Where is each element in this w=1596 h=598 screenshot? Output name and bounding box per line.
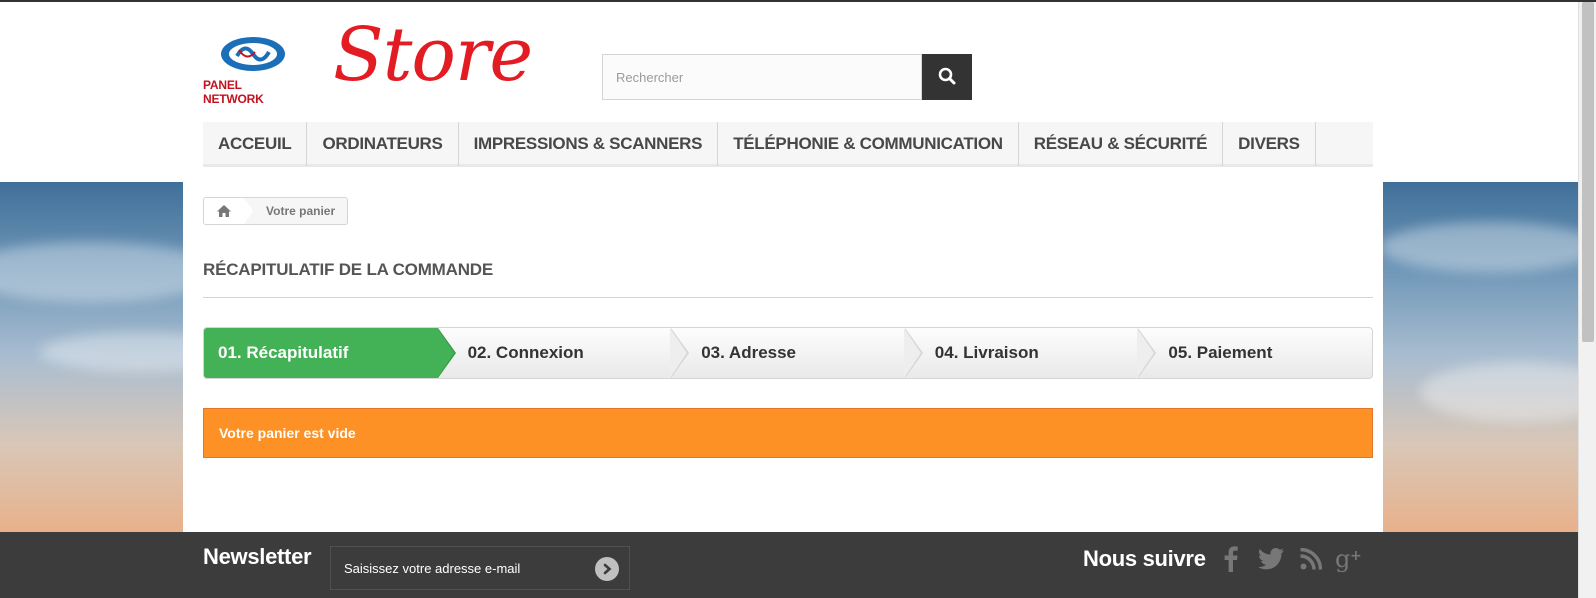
rss-icon [1300, 548, 1322, 570]
search-input[interactable] [602, 54, 922, 100]
site-header: PANEL NETWORK Store ACCEUIL ORDINATEURS … [0, 2, 1578, 182]
breadcrumb-home[interactable] [204, 198, 253, 224]
chevron-right-icon [603, 563, 612, 575]
step-label: 01. Récapitulatif [218, 343, 349, 362]
google-plus-link[interactable]: g + [1334, 544, 1364, 574]
main-menu: ACCEUIL ORDINATEURS IMPRESSIONS & SCANNE… [203, 122, 1373, 167]
menu-item-reseau-securite[interactable]: RÉSEAU & SÉCURITÉ [1019, 122, 1224, 166]
newsletter-form [330, 546, 630, 590]
breadcrumb-current: Votre panier [266, 204, 336, 218]
step-adresse[interactable]: 03. Adresse [671, 328, 923, 378]
logo-mark-icon [221, 37, 285, 71]
site-footer: Newsletter Nous suivre g + [0, 532, 1578, 598]
follow-us-title: Nous suivre [1083, 546, 1206, 571]
svg-text:g: g [1335, 546, 1350, 572]
step-label: 03. Adresse [701, 343, 797, 362]
step-label: 04. Livraison [934, 343, 1039, 362]
menu-item-divers[interactable]: DIVERS [1223, 122, 1316, 166]
menu-item-impressions-scanners[interactable]: IMPRESSIONS & SCANNERS [459, 122, 719, 166]
twitter-icon [1258, 548, 1284, 570]
breadcrumb: Votre panier [203, 197, 349, 225]
step-livraison[interactable]: 04. Livraison [905, 328, 1157, 378]
twitter-link[interactable] [1256, 544, 1286, 574]
rss-link[interactable] [1296, 544, 1326, 574]
search-button[interactable] [922, 54, 972, 100]
logo-text: PANEL NETWORK [203, 78, 264, 106]
home-icon [217, 205, 231, 217]
newsletter-submit-button[interactable] [595, 557, 619, 581]
google-plus-icon: g + [1335, 546, 1362, 572]
store-title: Store [333, 12, 533, 98]
step-label: 02. Connexion [467, 343, 584, 362]
step-connexion[interactable]: 02. Connexion [438, 328, 690, 378]
step-label: 05. Paiement [1168, 343, 1273, 362]
step-recapitulatif[interactable]: 01. Récapitulatif [204, 328, 456, 378]
scrollbar-thumb[interactable] [1582, 2, 1594, 342]
search-bar [602, 54, 972, 100]
svg-text:+: + [1350, 548, 1362, 564]
page-title: RÉCAPITULATIF DE LA COMMANDE [203, 258, 1373, 298]
menu-item-telephonie-communication[interactable]: TÉLÉPHONIE & COMMUNICATION [718, 122, 1019, 166]
menu-item-acceuil[interactable]: ACCEUIL [203, 122, 308, 166]
search-icon [938, 67, 956, 84]
page-scrollbar[interactable] [1578, 2, 1596, 598]
panel-network-logo[interactable]: PANEL NETWORK [203, 32, 303, 106]
main-content: Votre panier RÉCAPITULATIF DE LA COMMAND… [183, 182, 1383, 532]
facebook-icon [1224, 546, 1238, 572]
newsletter-email-input[interactable] [331, 547, 581, 589]
facebook-link[interactable] [1216, 544, 1246, 574]
menu-item-ordinateurs[interactable]: ORDINATEURS [307, 122, 459, 166]
empty-cart-alert: Votre panier est vide [203, 408, 1373, 458]
step-paiement[interactable]: 05. Paiement [1138, 328, 1372, 378]
newsletter-title: Newsletter [203, 544, 312, 569]
order-steps: 01. Récapitulatif 02. Connexion 03. Adre… [203, 327, 1373, 379]
